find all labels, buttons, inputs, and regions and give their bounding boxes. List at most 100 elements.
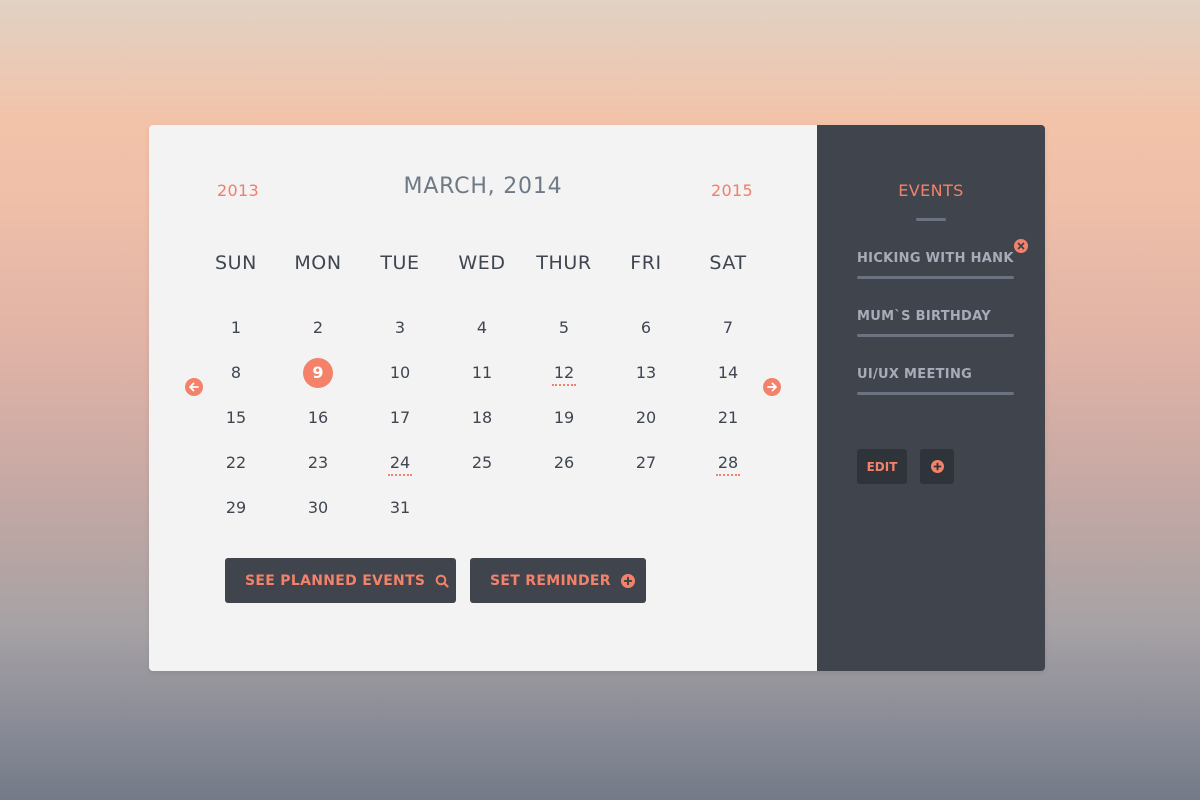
day-cell-24[interactable]: 24: [359, 440, 441, 485]
day-cell-14[interactable]: 14: [687, 350, 769, 395]
day-cell-25[interactable]: 25: [441, 440, 523, 485]
day-number: 20: [635, 408, 657, 427]
event-label: UI/UX MEETING: [857, 367, 973, 382]
weekday-sat: SAT: [709, 252, 747, 274]
day-number: 8: [230, 363, 242, 382]
weekday-fri: FRI: [630, 252, 662, 274]
day-number: 21: [717, 408, 739, 427]
next-year-link[interactable]: 2015: [711, 181, 753, 200]
day-cell-27[interactable]: 27: [605, 440, 687, 485]
day-number: 3: [394, 318, 406, 337]
set-reminder-label: SET REMINDER: [490, 572, 611, 589]
search-icon: [435, 574, 449, 588]
day-number: 11: [471, 363, 493, 382]
day-cell-9[interactable]: 9: [277, 350, 359, 395]
day-number: 14: [717, 363, 739, 382]
empty-day-cell: [523, 485, 605, 530]
day-number: 7: [722, 318, 734, 337]
day-number: 24: [387, 453, 413, 476]
day-number: 16: [307, 408, 329, 427]
day-cell-19[interactable]: 19: [523, 395, 605, 440]
see-planned-events-label: SEE PLANNED EVENTS: [245, 572, 426, 589]
day-number: 31: [389, 498, 411, 517]
week-row: 15 16 17 18 19 20 21: [195, 395, 769, 440]
day-number: 26: [553, 453, 575, 472]
day-number: 17: [389, 408, 411, 427]
day-cell-7[interactable]: 7: [687, 305, 769, 350]
day-cell-5[interactable]: 5: [523, 305, 605, 350]
day-cell-31[interactable]: 31: [359, 485, 441, 530]
day-number: 15: [225, 408, 247, 427]
arrow-right-circle-icon[interactable]: [763, 378, 781, 396]
event-underline: [857, 334, 1014, 337]
edit-button[interactable]: EDIT: [857, 449, 907, 484]
day-cell-4[interactable]: 4: [441, 305, 523, 350]
day-cell-23[interactable]: 23: [277, 440, 359, 485]
set-reminder-button[interactable]: SET REMINDER: [470, 558, 646, 603]
day-cell-3[interactable]: 3: [359, 305, 441, 350]
week-row: 29 30 31: [195, 485, 769, 530]
events-title: EVENTS: [898, 181, 964, 200]
day-cell-20[interactable]: 20: [605, 395, 687, 440]
event-underline: [857, 276, 1014, 279]
day-cell-1[interactable]: 1: [195, 305, 277, 350]
day-number: 5: [558, 318, 570, 337]
week-row: 8 9 10 11 12 13 14: [195, 350, 769, 395]
day-cell-12[interactable]: 12: [523, 350, 605, 395]
day-number: 18: [471, 408, 493, 427]
day-number: 6: [640, 318, 652, 337]
close-circle-icon[interactable]: [1014, 239, 1028, 253]
day-cell-29[interactable]: 29: [195, 485, 277, 530]
day-cell-22[interactable]: 22: [195, 440, 277, 485]
day-cell-6[interactable]: 6: [605, 305, 687, 350]
event-label: HICKING WITH HANK: [857, 251, 1014, 266]
day-number: 2: [312, 318, 324, 337]
day-number: 19: [553, 408, 575, 427]
day-number: 29: [225, 498, 247, 517]
day-cell-11[interactable]: 11: [441, 350, 523, 395]
day-cell-21[interactable]: 21: [687, 395, 769, 440]
day-number: 9: [303, 357, 333, 388]
day-cell-8[interactable]: 8: [195, 350, 277, 395]
week-row: 1 2 3 4 5 6 7: [195, 305, 769, 350]
day-number: 22: [225, 453, 247, 472]
plus-circle-icon: [620, 573, 635, 588]
day-number: 23: [307, 453, 329, 472]
day-cell-16[interactable]: 16: [277, 395, 359, 440]
weekday-sun: SUN: [215, 252, 257, 274]
events-title-divider: [916, 218, 946, 221]
empty-day-cell: [687, 485, 769, 530]
event-label: MUM`S BIRTHDAY: [857, 309, 991, 324]
arrow-left-circle-icon[interactable]: [185, 378, 203, 396]
day-cell-2[interactable]: 2: [277, 305, 359, 350]
day-number: 30: [307, 498, 329, 517]
day-cell-28[interactable]: 28: [687, 440, 769, 485]
add-event-button[interactable]: [920, 449, 954, 484]
event-underline: [857, 392, 1014, 395]
event-item[interactable]: HICKING WITH HANK: [857, 251, 1014, 279]
day-number: 25: [471, 453, 493, 472]
month-title-text: MARCH, 2014: [403, 174, 563, 199]
day-cell-13[interactable]: 13: [605, 350, 687, 395]
event-item[interactable]: UI/UX MEETING: [857, 367, 1014, 395]
weekday-tue: TUE: [380, 252, 420, 274]
day-number: 1: [230, 318, 242, 337]
day-cell-10[interactable]: 10: [359, 350, 441, 395]
event-item[interactable]: MUM`S BIRTHDAY: [857, 309, 1014, 337]
weekday-wed: WED: [458, 252, 506, 274]
weekday-thur: THUR: [536, 252, 592, 274]
week-row: 22 23 24 25 26 27 28: [195, 440, 769, 485]
plus-circle-icon: [930, 460, 944, 473]
weekday-header: SUN MON TUE WED THUR FRI SAT: [195, 252, 769, 274]
empty-day-cell: [441, 485, 523, 530]
day-cell-18[interactable]: 18: [441, 395, 523, 440]
day-cell-30[interactable]: 30: [277, 485, 359, 530]
calendar-widget: 2013 MARCH, 2014 2015 SUN MON TUE WED TH…: [149, 125, 1045, 671]
events-panel: EVENTS HICKING WITH HANK MUM`S BIRTHDAY …: [817, 125, 1045, 671]
weekday-mon: MON: [294, 252, 342, 274]
day-cell-26[interactable]: 26: [523, 440, 605, 485]
see-planned-events-button[interactable]: SEE PLANNED EVENTS: [225, 558, 456, 603]
day-cell-17[interactable]: 17: [359, 395, 441, 440]
day-cell-15[interactable]: 15: [195, 395, 277, 440]
day-grid: 1 2 3 4 5 6 7 8 9 10 11 12 13 14 15 16 17 18 19 20 21 22 23 24 2…: [195, 305, 769, 530]
